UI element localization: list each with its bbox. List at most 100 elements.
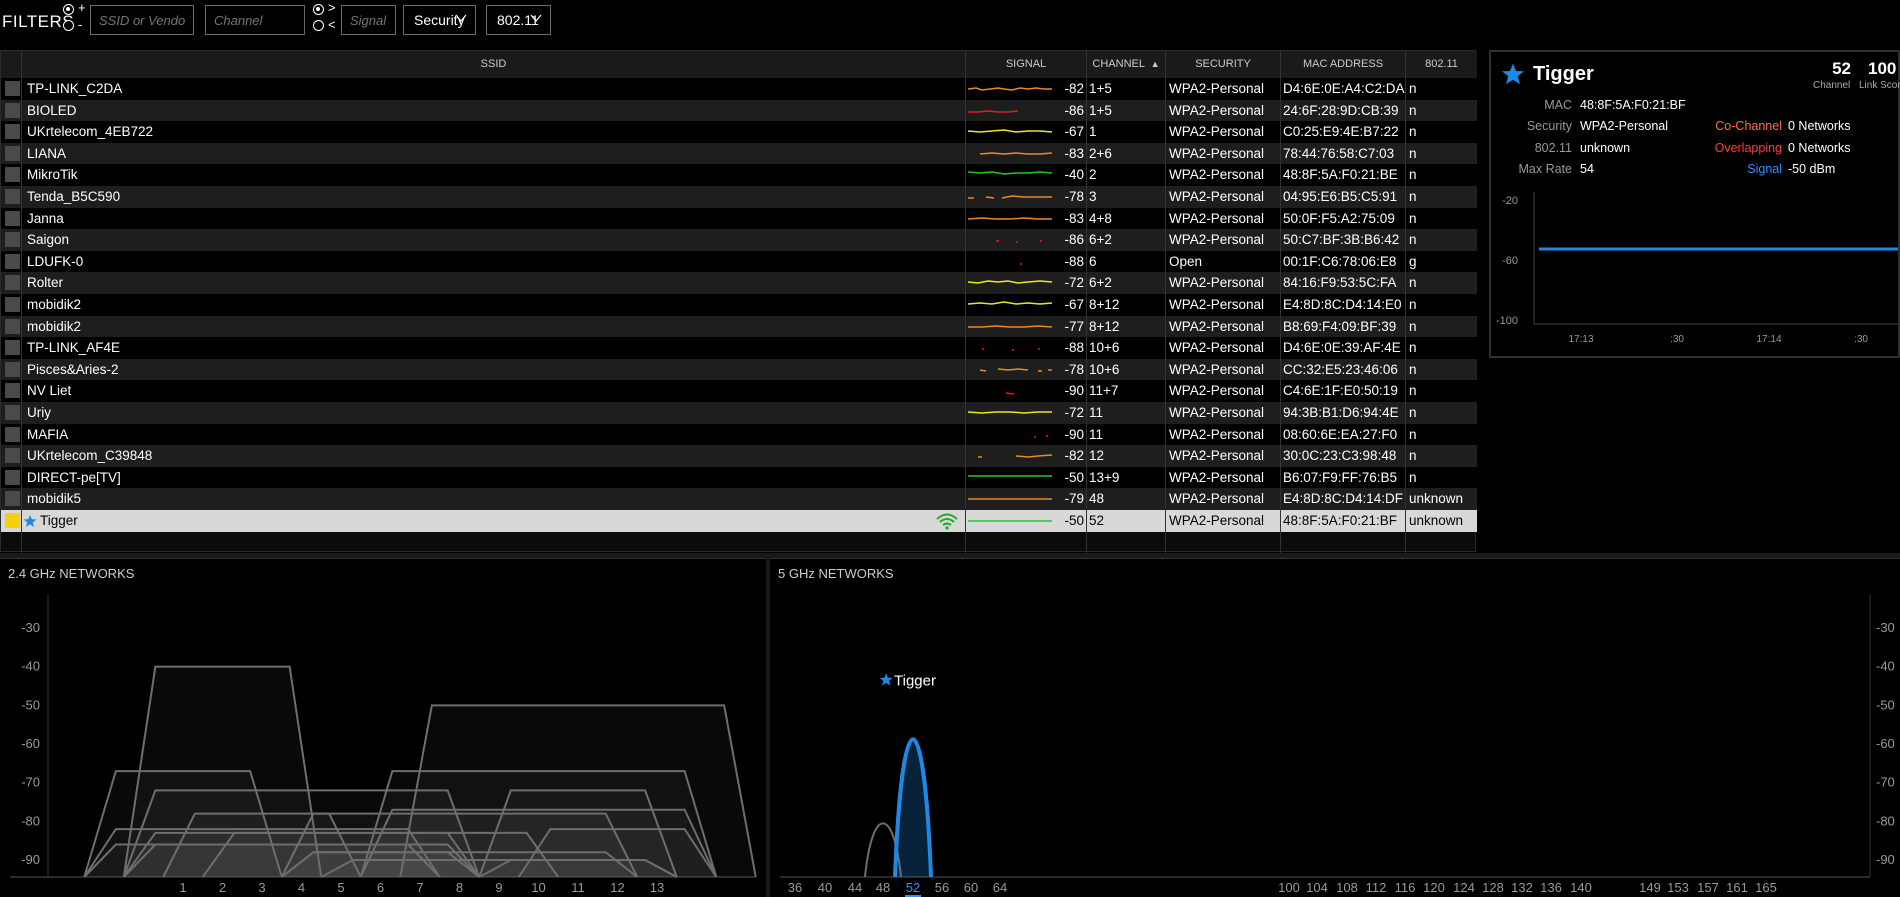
table-row[interactable]: Uriy -72 11 WPA2-Personal 94:3B:B1:D6:94:4E n [1,402,1477,424]
detail-y-tick: -20 [1502,195,1518,207]
row-color-swatch[interactable] [5,210,20,226]
row-color-swatch[interactable] [5,383,20,399]
table-row[interactable]: TP-LINK_AF4E -88 10+6 WPA2-Personal D4:6E:0E… [1,337,1477,359]
table-row[interactable]: MAFIA -90 11 WPA2-Personal 08:60:6E:EA:27:F0… [1,423,1477,446]
table-row[interactable]: NV Liet -90 11+7 WPA2-Personal C4:6E:1F:E0:5… [1,380,1477,402]
row-color-swatch[interactable] [5,491,20,507]
row-color-swatch[interactable] [5,102,20,118]
row-color-swatch[interactable] [5,232,20,248]
x-tick-label: 11 [571,880,585,895]
table-row[interactable]: mobidik2 -77 8+12 WPA2-Personal B8:69:F4:09:… [1,315,1477,338]
table-row[interactable]: UKrtelecom_C39848 -82 12 WPA2-Personal 30:0C… [1,445,1477,467]
x-tick-label: 149 [1639,880,1661,895]
standard-dropdown[interactable]: 802.11 [486,5,551,35]
table-row[interactable]: LIANA -83 2+6 WPA2-Personal 78:44:76:58:C7:0… [1,142,1477,165]
table-row[interactable]: Pisces&Aries-2 -78 10+6 WPA2-Personal CC:32:… [1,358,1477,381]
cell-ssid: MikroTik [27,167,78,183]
cell-signal: -72 [1064,405,1084,420]
x-tick-label: 157 [1697,880,1719,895]
table-row[interactable]: Tigger -50 52 WPA2-Personal 48:8F:5A:F0:21:B… [1,510,1477,532]
sort-ascending-icon: ▲ [1150,59,1160,69]
row-color-swatch[interactable] [5,167,20,183]
row-color-swatch[interactable] [5,145,20,161]
row-color-swatch[interactable] [5,189,20,204]
table-row[interactable]: mobidik2 -67 8+12 WPA2-Personal E4:8D:8C:D4:… [1,294,1477,316]
table-row[interactable]: Janna -83 4+8 WPA2-Personal 50:0F:F5:A2:75:0… [1,207,1477,230]
table-row[interactable]: TP-LINK_C2DA -82 1+5 WPA2-Personal D4:6E:0E:… [1,78,1477,100]
table-row[interactable]: Saigon -86 6+2 WPA2-Personal 50:C7:BF:3B:B6:… [1,229,1477,251]
cell-channel: 11+7 [1089,383,1119,399]
x-tick-label: 112 [1366,880,1387,895]
peak-label: Tigger [879,672,936,689]
cell-standard: n [1409,145,1417,161]
row-color-swatch[interactable] [5,297,20,312]
table-row[interactable]: Tenda_B5C590 -78 3 WPA2-Personal 04:95:E6:B5… [1,186,1477,208]
column-divider [1165,51,1166,553]
table-row[interactable]: DIRECT-pe[TV] -50 13+9 WPA2-Personal B6:07:F… [1,466,1477,489]
signal-input[interactable] [341,5,396,35]
x-tick-label: 120 [1423,880,1445,895]
cell-security: Open [1169,253,1203,269]
channel-input[interactable] [205,5,305,35]
cell-signal: -79 [1064,491,1084,507]
row-color-swatch[interactable] [5,448,20,464]
row-color-swatch[interactable] [5,253,20,269]
row-color-swatch[interactable] [5,81,20,96]
row-color-swatch[interactable] [5,426,20,442]
cell-ssid: mobidik5 [27,491,82,507]
table-row[interactable]: MikroTik -40 2 WPA2-Personal 48:8F:5A:F0:21:… [1,164,1477,186]
header-color [1,51,21,78]
row-color-swatch[interactable] [5,318,20,334]
signal-sparkline [1020,263,1022,265]
cell-standard: n [1409,232,1417,248]
detail-overlap-value: 0 Networks [1788,141,1851,155]
x-tick-label: 136 [1540,880,1562,895]
signal-lt-radio[interactable] [313,20,324,31]
cell-ssid: UKrtelecom_C39848 [27,448,153,464]
x-tick-label: 140 [1570,880,1592,895]
table-row[interactable]: BIOLED -86 1+5 WPA2-Personal 24:6F:28:9D:CB:… [1,99,1477,122]
cell-channel: 1 [1089,124,1097,140]
header-channel[interactable]: CHANNEL ▲ [1086,51,1165,78]
row-color-swatch[interactable] [5,513,20,528]
security-dropdown[interactable]: Security [403,5,476,35]
row-color-swatch[interactable] [5,124,20,140]
cell-standard: n [1409,426,1417,442]
cell-ssid: Pisces&Aries-2 [27,361,119,377]
graph-5ghz: 5 GHz NETWORKS -30 -40 -50 -60 -70 -80 -90 36 40… [770,558,1900,897]
table-row[interactable]: Rolter -72 6+2 WPA2-Personal 84:16:F9:53:5C:… [1,272,1477,294]
favorite-star-icon[interactable] [1501,62,1525,89]
header-signal[interactable]: SIGNAL [965,51,1086,78]
table-row[interactable]: mobidik5 -79 48 WPA2-Personal E4:8D:8C:D4:14… [1,488,1477,510]
cell-signal: -82 [1064,81,1084,96]
cell-security: WPA2-Personal [1169,102,1265,118]
table-row[interactable]: LDUFK-0 -88 6 Open 00:1F:C6:78:06:E8 g [1,250,1477,273]
filter-exclude-radio[interactable] [63,20,74,31]
header-standard[interactable]: 802.11 [1405,51,1477,78]
cell-signal: -67 [1064,124,1084,140]
cell-standard: n [1409,318,1417,334]
row-color-swatch[interactable] [5,361,20,377]
row-color-swatch[interactable] [5,275,20,291]
header-security[interactable]: SECURITY [1165,51,1280,78]
favorite-star-icon[interactable] [23,514,37,528]
x-tick-label: 116 [1395,880,1416,895]
cell-security: WPA2-Personal [1169,426,1265,442]
x-tick-label: 124 [1453,880,1475,895]
header-mac[interactable]: MAC ADDRESS [1280,51,1405,78]
row-color-swatch[interactable] [5,469,20,485]
peak-network-name: Tigger [894,672,936,689]
filter-include-radio[interactable] [63,4,74,15]
selected-network-curve [893,737,933,878]
detail-x-tick: :30 [1670,334,1684,345]
cell-ssid: Janna [27,210,64,226]
cell-standard: n [1409,81,1417,96]
row-color-swatch[interactable] [5,340,20,356]
column-divider [1405,51,1406,553]
signal-gt-radio[interactable] [313,4,324,15]
header-ssid[interactable]: SSID [21,51,965,78]
x-tick-label: 161 [1726,880,1748,895]
ssid-vendor-input[interactable] [90,5,194,35]
table-row[interactable]: UKrtelecom_4EB722 -67 1 WPA2-Personal C0:25:… [1,121,1477,143]
row-color-swatch[interactable] [5,405,20,420]
